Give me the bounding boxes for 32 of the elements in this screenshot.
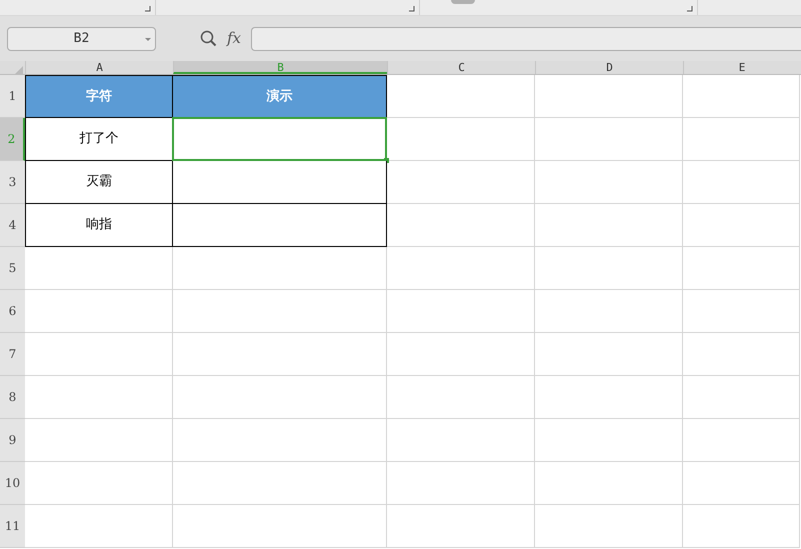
caret-icon: [145, 38, 151, 40]
zoom-icon[interactable]: [200, 30, 217, 47]
row-header[interactable]: 5: [0, 247, 25, 290]
dialog-launcher-icon[interactable]: [145, 6, 151, 12]
dialog-launcher-icon[interactable]: [409, 6, 415, 12]
name-box[interactable]: B2: [7, 26, 156, 50]
row-header[interactable]: 11: [0, 505, 25, 548]
row-header[interactable]: 10: [0, 462, 25, 505]
cell-text: 打了个: [80, 130, 118, 148]
table-cell[interactable]: [173, 204, 387, 247]
column-header[interactable]: D: [535, 61, 683, 74]
column-header[interactable]: E: [683, 61, 800, 74]
cell-text: 字符: [86, 88, 112, 106]
row-header[interactable]: 9: [0, 419, 25, 462]
row-header[interactable]: 3: [0, 161, 25, 204]
table-cell[interactable]: [173, 161, 387, 204]
cell-text: 响指: [86, 216, 112, 234]
cell-text: 演示: [266, 88, 292, 106]
table-cell[interactable]: 灭霸: [25, 161, 173, 204]
table-cell[interactable]: 响指: [25, 204, 173, 247]
row-header[interactable]: 7: [0, 333, 25, 376]
row-header[interactable]: 4: [0, 204, 25, 247]
row-header[interactable]: 8: [0, 376, 25, 419]
column-header[interactable]: C: [387, 61, 535, 74]
table-cell[interactable]: 打了个: [25, 118, 173, 161]
formula-input[interactable]: [251, 26, 801, 50]
function-label[interactable]: fx: [227, 27, 242, 50]
cell-text: 灭霸: [86, 173, 112, 192]
row-header[interactable]: 1: [0, 75, 25, 118]
scroll-tab-icon[interactable]: [451, 0, 475, 4]
row-header[interactable]: 6: [0, 290, 25, 333]
dialog-launcher-icon[interactable]: [687, 6, 693, 12]
